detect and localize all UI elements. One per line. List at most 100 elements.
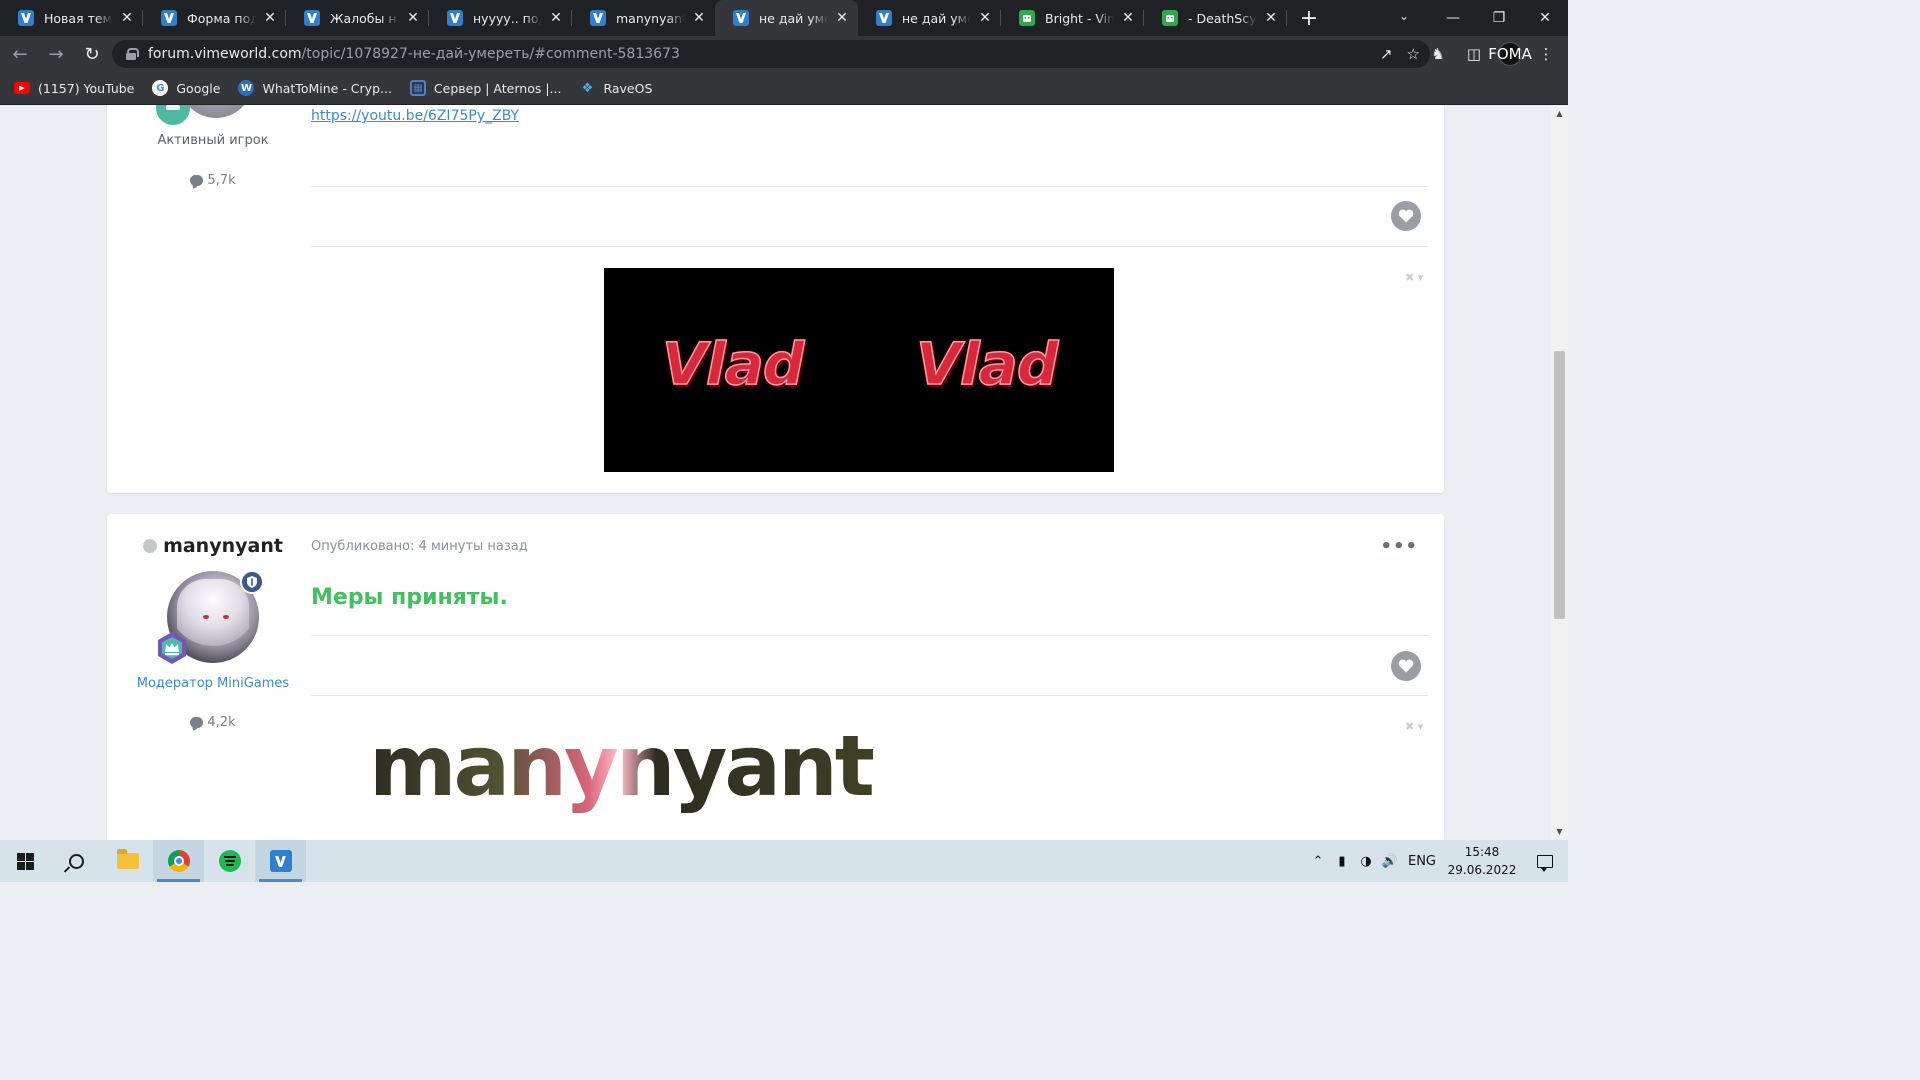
vime-icon	[447, 10, 463, 26]
notifications-icon[interactable]	[1522, 840, 1568, 882]
battery-icon[interactable]: ▮	[1330, 840, 1354, 882]
vime-icon	[733, 10, 749, 26]
signature-word: Vlad	[661, 329, 805, 399]
url-path: /topic/1078927-не-дай-умереть/#comment-5…	[301, 46, 680, 62]
user-rank: Активный игрок	[157, 133, 269, 148]
address-bar[interactable]: forum.vimeworld.com/topic/1078927-не-дай…	[112, 40, 1430, 68]
tabs-container: Новая тема -✕Форма подачи✕Жалобы на п✕ну…	[0, 0, 1287, 36]
reload-icon[interactable]: ↻	[76, 38, 108, 70]
tab-title: Форма подачи	[187, 10, 256, 26]
browser-tab[interactable]: Форма подачи ✕	[143, 0, 286, 36]
share-icon[interactable]: ↗	[1380, 45, 1393, 63]
bookmark-aternos[interactable]: ▦ Сервер | Aternos |...	[409, 80, 561, 96]
scrollbar-thumb[interactable]	[1554, 351, 1565, 619]
bookmark-raveos[interactable]: ❖ RaveOS	[579, 80, 653, 96]
post-options-icon[interactable]: •••	[1380, 536, 1418, 557]
forward-icon[interactable]: →	[40, 38, 72, 70]
raveos-icon: ❖	[581, 80, 594, 96]
browser-tab[interactable]: Bright - Vime ✕	[1001, 0, 1144, 36]
signature-word: manynyant	[369, 716, 891, 816]
extensions-icon[interactable]: ♞	[1426, 42, 1450, 66]
close-tab-icon[interactable]: ✕	[1120, 10, 1136, 26]
file-explorer-icon[interactable]	[102, 840, 153, 882]
avatar-eye	[203, 615, 209, 619]
close-tab-icon[interactable]: ✕	[405, 10, 421, 26]
post-author: manynyant	[107, 535, 319, 557]
close-tab-icon[interactable]: ✕	[262, 10, 278, 26]
browser-tab[interactable]: не дай умере ✕	[715, 0, 858, 36]
close-tab-icon[interactable]: ✕	[1263, 10, 1279, 26]
hide-signature-icon[interactable]: ✖ ▾	[1405, 720, 1423, 733]
user-avatar[interactable]	[179, 105, 253, 118]
vime-icon	[876, 10, 892, 26]
vime-icon	[161, 10, 177, 26]
language-indicator[interactable]: ENG	[1402, 840, 1442, 882]
side-panel-icon[interactable]: ◫	[1462, 42, 1486, 66]
divider	[311, 635, 1428, 636]
like-button[interactable]	[1391, 651, 1421, 681]
post-count[interactable]: 5,7k	[107, 173, 319, 188]
bookmark-label: RaveOS	[603, 80, 653, 96]
whattomine-icon: W	[238, 80, 255, 96]
tab-search-icon[interactable]: ⌄	[1390, 0, 1418, 32]
close-window-icon[interactable]: ✕	[1522, 0, 1568, 36]
browser-tab[interactable]: manynyant - V ✕	[572, 0, 715, 36]
bookmarks-bar: ▶ (1157) YouTube G Google W WhatToMine -…	[0, 72, 1568, 105]
chrome-icon[interactable]	[153, 840, 204, 882]
avatar-eye	[223, 615, 229, 619]
comment-bubble-icon	[190, 717, 204, 728]
tab-title: Bright - Vime	[1045, 10, 1114, 26]
like-button[interactable]	[1391, 201, 1421, 231]
scroll-up-icon[interactable]: ▲	[1551, 105, 1568, 122]
author-name-link[interactable]: manynyant	[163, 535, 283, 557]
chrome-menu-icon[interactable]: ⋮	[1534, 42, 1558, 66]
bookmark-youtube[interactable]: ▶ (1157) YouTube	[14, 81, 134, 96]
post-date[interactable]: Опубликовано: 4 минуты назад	[311, 539, 528, 554]
new-tab-button[interactable]: +	[1291, 0, 1327, 36]
divider	[311, 695, 1428, 696]
browser-toolbar: ← → ↻ forum.vimeworld.com/topic/1078927-…	[0, 36, 1568, 72]
hide-signature-icon[interactable]: ✖ ▾	[1405, 271, 1423, 284]
profile-avatar[interactable]: FOMA	[1488, 42, 1532, 66]
bookmark-star-icon[interactable]: ☆	[1407, 45, 1420, 63]
browser-tab[interactable]: нуууу.. подста ✕	[429, 0, 572, 36]
back-icon[interactable]: ←	[4, 38, 36, 70]
close-tab-icon[interactable]: ✕	[119, 10, 135, 26]
clock[interactable]: 15:48 29.06.2022	[1442, 843, 1522, 879]
volume-icon[interactable]: 🔊	[1378, 840, 1402, 882]
minimize-icon[interactable]: —	[1430, 0, 1476, 36]
tab-title: не дай умере	[902, 10, 971, 26]
close-tab-icon[interactable]: ✕	[691, 10, 707, 26]
browser-tab[interactable]: - DeathScythe ✕	[1144, 0, 1287, 36]
windows-taskbar: ⌃ ▮ ◑ 🔊 ENG 15:48 29.06.2022	[0, 840, 1568, 882]
green-face-icon	[1162, 10, 1178, 26]
windows-start-icon[interactable]	[0, 840, 51, 882]
window-controls: — ❐ ✕	[1430, 0, 1568, 36]
close-tab-icon[interactable]: ✕	[548, 10, 564, 26]
divider	[311, 246, 1428, 247]
browser-tab[interactable]: Новая тема - ✕	[0, 0, 143, 36]
page-viewport: Активный игрок 5,7k https://youtu.be/6ZI…	[0, 105, 1551, 840]
restore-icon[interactable]: ❐	[1476, 0, 1522, 36]
browser-tab[interactable]: не дай умере ✕	[858, 0, 1001, 36]
bookmark-label: Google	[176, 80, 221, 96]
wifi-icon[interactable]: ◑	[1354, 840, 1378, 882]
bookmark-label: WhatToMine - Cryp...	[262, 80, 392, 96]
spotify-icon[interactable]	[204, 840, 255, 882]
chevron-up-icon[interactable]: ⌃	[1306, 840, 1330, 882]
bookmark-google[interactable]: G Google	[152, 80, 220, 96]
browser-tab[interactable]: Жалобы на п ✕	[286, 0, 429, 36]
page-scrollbar[interactable]: ▲ ▼	[1551, 105, 1568, 840]
post-count-value: 4,2k	[207, 715, 236, 730]
close-tab-icon[interactable]: ✕	[977, 10, 993, 26]
close-tab-icon[interactable]: ✕	[834, 10, 850, 26]
youtube-link[interactable]: https://youtu.be/6ZI75Py_ZBY	[311, 108, 519, 124]
bookmark-whattomine[interactable]: W WhatToMine - Cryp...	[238, 80, 392, 96]
scroll-down-icon[interactable]: ▼	[1551, 823, 1568, 840]
lock-icon[interactable]	[126, 48, 139, 60]
post-count[interactable]: 4,2k	[107, 715, 319, 730]
vimeworld-icon[interactable]	[255, 840, 306, 882]
tab-title: нуууу.. подста	[473, 10, 542, 26]
search-icon[interactable]	[51, 840, 102, 882]
tab-title: Новая тема -	[44, 10, 113, 26]
